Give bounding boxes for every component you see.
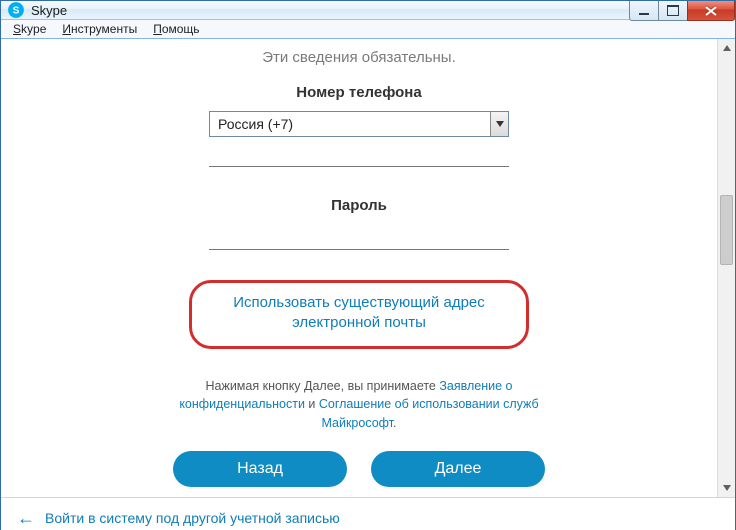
minimize-button[interactable]	[629, 1, 659, 21]
menu-help[interactable]: Помощь	[145, 20, 207, 38]
window-controls	[630, 1, 735, 21]
app-window: S Skype Skype Инструменты Помощь Эти све…	[0, 0, 736, 530]
close-icon	[705, 6, 717, 16]
next-button[interactable]: Далее	[371, 451, 545, 487]
terms-mid: и	[305, 397, 319, 411]
svg-text:S: S	[13, 5, 20, 16]
content-pane: Эти сведения обязательны. Номер телефона…	[1, 39, 717, 497]
terms-text: Нажимая кнопку Далее, вы принимаете Заяв…	[179, 377, 539, 433]
terms-suffix: .	[393, 416, 396, 430]
services-agreement-link[interactable]: Соглашение об использовании служб Майкро…	[319, 397, 539, 430]
menu-tools[interactable]: Инструменты	[54, 20, 145, 38]
phone-input[interactable]	[209, 141, 509, 167]
maximize-button[interactable]	[658, 1, 688, 21]
window-title: Skype	[31, 3, 67, 18]
chevron-up-icon	[723, 45, 731, 51]
menu-skype[interactable]: Skype	[5, 20, 54, 38]
scroll-track[interactable]	[718, 57, 735, 479]
button-row: Назад Далее	[139, 451, 579, 487]
terms-prefix: Нажимая кнопку Далее, вы принимаете	[205, 379, 439, 393]
chevron-down-icon	[496, 121, 504, 127]
scroll-up-button[interactable]	[718, 39, 735, 57]
arrow-left-icon: ←	[17, 508, 35, 529]
use-existing-email-link[interactable]: Использовать существующий адрес электрон…	[210, 293, 508, 334]
highlight-annotation: Использовать существующий адрес электрон…	[189, 280, 529, 349]
chevron-down-icon	[723, 485, 731, 491]
signup-form: Эти сведения обязательны. Номер телефона…	[139, 49, 579, 487]
sign-in-other-account-link[interactable]: Войти в систему под другой учетной запис…	[45, 510, 340, 526]
dropdown-button[interactable]	[490, 112, 508, 136]
scroll-down-button[interactable]	[718, 479, 735, 497]
phone-label: Номер телефона	[139, 84, 579, 101]
country-select-value: Россия (+7)	[218, 116, 293, 132]
close-button[interactable]	[687, 1, 735, 21]
password-label: Пароль	[139, 197, 579, 214]
scroll-thumb[interactable]	[720, 195, 733, 265]
back-button[interactable]: Назад	[173, 451, 347, 487]
titlebar: S Skype	[1, 1, 735, 20]
password-input[interactable]	[209, 224, 509, 250]
client-area: Эти сведения обязательны. Номер телефона…	[1, 39, 735, 497]
required-note: Эти сведения обязательны.	[139, 49, 579, 66]
menubar: Skype Инструменты Помощь	[1, 20, 735, 39]
vertical-scrollbar[interactable]	[717, 39, 735, 497]
country-select[interactable]: Россия (+7)	[209, 111, 509, 137]
skype-logo-icon: S	[7, 1, 25, 19]
footer-bar: ← Войти в систему под другой учетной зап…	[1, 497, 735, 530]
